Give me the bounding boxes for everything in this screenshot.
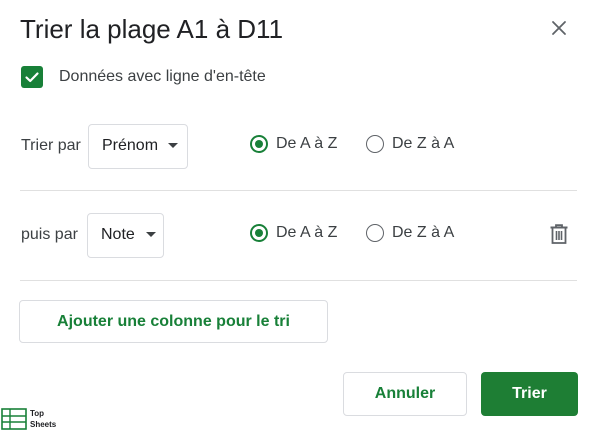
watermark-logo: Top Sheets: [1, 408, 56, 430]
checkmark-icon: [25, 72, 39, 83]
then-column-value: Note: [101, 226, 135, 243]
sort-by-label: Trier par: [21, 137, 81, 154]
watermark-line-1: Top: [30, 409, 45, 418]
cancel-button[interactable]: Annuler: [343, 372, 467, 416]
then-asc-option[interactable]: De A à Z: [250, 224, 337, 242]
radio-unselected-icon[interactable]: [366, 224, 384, 242]
sort-desc-label: De Z à A: [392, 135, 455, 152]
radio-selected-icon[interactable]: [250, 224, 268, 242]
close-icon[interactable]: [548, 17, 570, 39]
sheet-grid-icon: [1, 408, 27, 430]
sort-button[interactable]: Trier: [481, 372, 578, 416]
then-desc-option[interactable]: De Z à A: [366, 224, 454, 242]
sort-row-primary: Trier par Prénom De A à Z De Z à A: [20, 124, 580, 169]
sort-asc-option[interactable]: De A à Z: [250, 135, 337, 153]
header-row-checkbox[interactable]: [21, 66, 43, 88]
header-row-option: Données avec ligne d'en-tête: [21, 66, 266, 88]
then-column-select[interactable]: Note: [87, 213, 164, 258]
sort-desc-option[interactable]: De Z à A: [366, 135, 454, 153]
chevron-down-icon: [146, 232, 156, 237]
chevron-down-icon: [168, 143, 178, 148]
dialog-title: Trier la plage A1 à D11: [20, 14, 284, 44]
header-row-label: Données avec ligne d'en-tête: [59, 68, 266, 85]
radio-unselected-icon[interactable]: [366, 135, 384, 153]
then-asc-label: De A à Z: [276, 224, 338, 241]
then-desc-label: De Z à A: [392, 224, 455, 241]
then-by-label: puis par: [21, 226, 78, 243]
radio-selected-icon[interactable]: [250, 135, 268, 153]
sort-range-dialog: Trier la plage A1 à D11 Données avec lig…: [0, 0, 600, 433]
row-divider: [20, 280, 577, 281]
sort-column-select[interactable]: Prénom: [88, 124, 188, 169]
watermark-text: Top Sheets: [30, 408, 56, 430]
add-sort-column-button[interactable]: Ajouter une colonne pour le tri: [19, 300, 328, 343]
sort-column-value: Prénom: [102, 137, 159, 154]
sort-row-secondary: puis par Note De A à Z De Z à A: [20, 213, 580, 258]
trash-icon[interactable]: [547, 222, 571, 246]
row-divider: [20, 190, 577, 191]
watermark-line-2: Sheets: [30, 420, 57, 429]
sort-asc-label: De A à Z: [276, 135, 338, 152]
